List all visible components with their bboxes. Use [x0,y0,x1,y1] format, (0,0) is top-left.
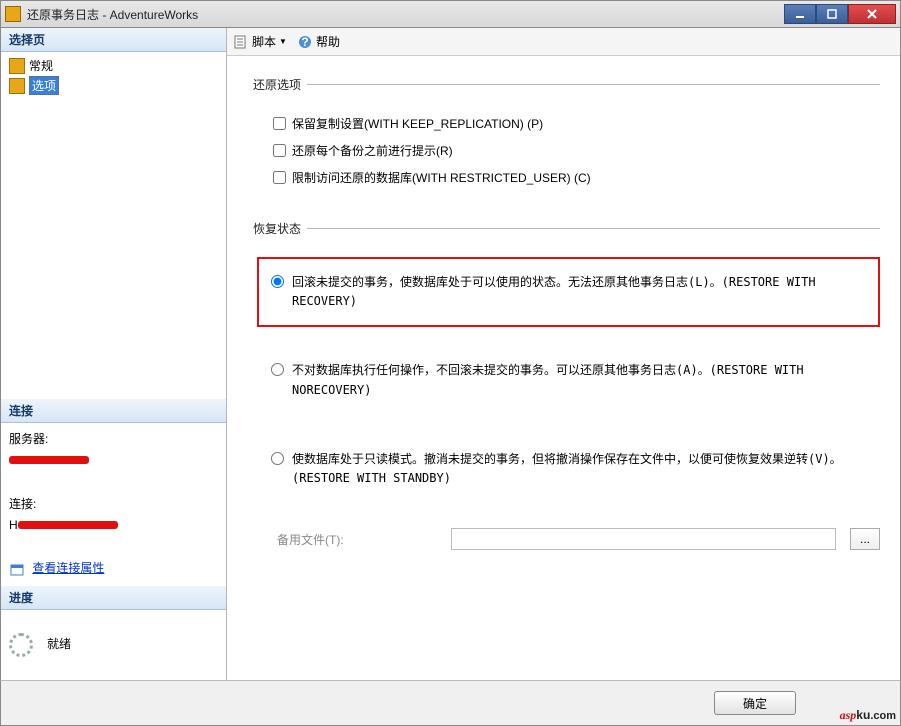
recovery-state-group: 恢复状态 回滚未提交的事务，使数据库处于可以使用的状态。无法还原其他事务日志(L… [253,220,880,550]
progress-body: 就绪 [1,610,226,680]
standby-file-label: 备用文件(T): [277,531,437,548]
maximize-button[interactable] [816,4,848,24]
restore-options-group: 还原选项 保留复制设置(WITH KEEP_REPLICATION) (P) 还… [253,76,880,196]
keep-replication-checkbox[interactable] [273,117,286,130]
content-panel: 脚本 ▼ ? 帮助 还原选项 保留复制设置(WITH KEEP_REPLICAT… [227,28,900,680]
recovery-option-row: 回滚未提交的事务，使数据库处于可以使用的状态。无法还原其他事务日志(L)。(RE… [257,257,880,327]
close-button[interactable] [848,4,896,24]
help-label: 帮助 [316,33,340,50]
properties-icon [9,561,25,577]
content-body: 还原选项 保留复制设置(WITH KEEP_REPLICATION) (P) 还… [227,56,900,680]
page-icon [9,78,25,94]
prompt-each-row: 还原每个备份之前进行提示(R) [273,142,880,159]
script-label: 脚本 [252,33,276,50]
connection-body: 服务器: 连接: H 查看连接属性 [1,423,226,586]
view-connection-properties[interactable]: 查看连接属性 [9,558,218,580]
view-props-link[interactable]: 查看连接属性 [32,561,104,575]
norecovery-radio[interactable] [271,363,284,376]
standby-file-row: 备用文件(T): ... [277,528,880,550]
watermark: aspku.com [840,699,896,725]
standby-option-row: 使数据库处于只读模式。撤消未提交的事务，但将撤消操作保存在文件中，以便可使恢复效… [257,434,880,504]
conn-label: 连接: [9,494,218,516]
nav-label: 选项 [29,76,59,95]
conn-value: H [9,515,218,537]
prompt-each-label: 还原每个备份之前进行提示(R) [292,142,453,159]
server-value [9,450,218,472]
progress-spinner-icon [9,633,33,657]
nav-item-options[interactable]: 选项 [7,75,220,96]
keep-replication-row: 保留复制设置(WITH KEEP_REPLICATION) (P) [273,115,880,132]
title-bar: 还原事务日志 - AdventureWorks [0,0,901,28]
minimize-button[interactable] [784,4,816,24]
main-area: 选择页 常规 选项 连接 服务器: 连接: H [0,28,901,680]
server-label: 服务器: [9,429,218,451]
watermark-brand2: ku [856,708,870,722]
standby-file-input[interactable] [451,528,836,550]
keep-replication-label: 保留复制设置(WITH KEEP_REPLICATION) (P) [292,115,543,132]
standby-radio[interactable] [271,452,284,465]
ok-button[interactable]: 确定 [714,691,796,715]
restricted-user-label: 限制访问还原的数据库(WITH RESTRICTED_USER) (C) [292,169,591,186]
standby-label: 使数据库处于只读模式。撤消未提交的事务，但将撤消操作保存在文件中，以便可使恢复效… [292,450,866,488]
restore-options-legend: 还原选项 [253,76,307,93]
nav-item-general[interactable]: 常规 [7,56,220,75]
window-controls [784,4,896,24]
content-toolbar: 脚本 ▼ ? 帮助 [227,28,900,56]
norecovery-option-row: 不对数据库执行任何操作，不回滚未提交的事务。可以还原其他事务日志(A)。(RES… [257,345,880,415]
prompt-each-checkbox[interactable] [273,144,286,157]
chevron-down-icon: ▼ [279,37,287,46]
select-page-header: 选择页 [1,28,226,52]
script-icon [233,34,249,50]
sidebar: 选择页 常规 选项 连接 服务器: 连接: H [1,28,227,680]
restricted-user-row: 限制访问还原的数据库(WITH RESTRICTED_USER) (C) [273,169,880,186]
progress-header: 进度 [1,586,226,610]
watermark-brand1: asp [840,708,857,722]
connection-header: 连接 [1,399,226,423]
recovery-radio[interactable] [271,275,284,288]
script-button[interactable]: 脚本 ▼ [233,33,287,50]
standby-file-browse-button[interactable]: ... [850,528,880,550]
norecovery-label: 不对数据库执行任何操作，不回滚未提交的事务。可以还原其他事务日志(A)。(RES… [292,361,866,399]
recovery-label: 回滚未提交的事务，使数据库处于可以使用的状态。无法还原其他事务日志(L)。(RE… [292,273,866,311]
dialog-footer: 确定 取消 aspku.com [0,680,901,726]
sidebar-bottom: 连接 服务器: 连接: H 查看连接属性 进度 就绪 [1,399,226,680]
recovery-state-legend: 恢复状态 [253,220,307,237]
help-button[interactable]: ? 帮助 [297,33,340,50]
progress-status: 就绪 [47,634,71,656]
select-page-list: 常规 选项 [1,52,226,399]
app-icon [5,6,21,22]
window-title: 还原事务日志 - AdventureWorks [27,6,784,23]
page-icon [9,58,25,74]
help-icon: ? [297,34,313,50]
nav-label: 常规 [29,57,53,74]
svg-text:?: ? [301,35,308,49]
restricted-user-checkbox[interactable] [273,171,286,184]
